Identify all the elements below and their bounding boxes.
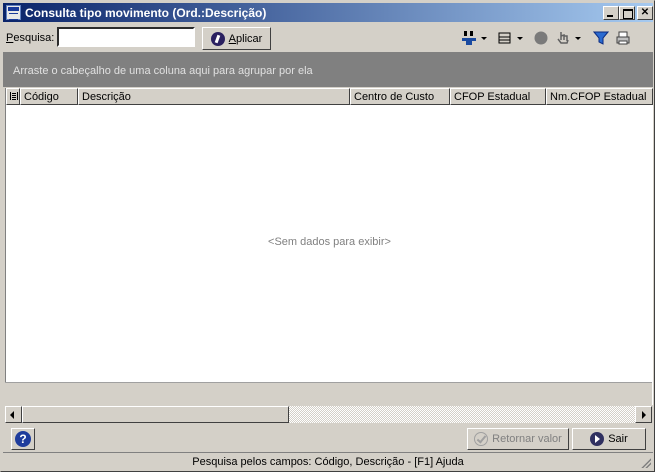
app-window-icon[interactable] — [6, 5, 21, 20]
column-header-codigo[interactable]: Código — [20, 88, 78, 105]
column-header-cfop-estadual[interactable]: CFOP Estadual — [450, 88, 546, 105]
help-icon: ? — [15, 431, 31, 447]
data-grid[interactable]: Código Descrição Centro de Custo CFOP Es… — [5, 88, 653, 405]
apply-button-label: Aplicar — [228, 32, 263, 45]
filter-icon[interactable] — [592, 30, 610, 46]
scroll-right-button[interactable] — [635, 406, 652, 423]
layout-icon[interactable] — [497, 30, 523, 46]
column-header-descricao[interactable]: Descrição — [78, 88, 350, 105]
exit-button[interactable]: Sair — [572, 428, 646, 450]
return-value-button[interactable]: Retornar valor — [467, 428, 569, 450]
columns-select-icon[interactable] — [461, 30, 487, 46]
maximize-icon — [623, 9, 633, 19]
apply-icon — [210, 31, 225, 46]
maximize-button[interactable] — [619, 6, 635, 20]
grid-header: Código Descrição Centro de Custo CFOP Es… — [6, 88, 653, 105]
column-header-nm-cfop-estadual[interactable]: Nm.CFOP Estadual — [546, 88, 653, 105]
search-input[interactable] — [59, 29, 193, 45]
check-icon — [474, 432, 489, 446]
column-chooser-icon — [10, 92, 18, 100]
group-by-panel[interactable]: Arraste o cabeçalho de uma coluna aqui p… — [3, 52, 653, 87]
close-icon: ✕ — [640, 7, 650, 18]
status-text: Pesquisa pelos campos: Código, Descrição… — [192, 456, 464, 468]
apply-button[interactable]: Aplicar — [202, 27, 271, 50]
empty-grid-message: <Sem dados para exibir> — [268, 236, 391, 248]
column-chooser-button[interactable] — [6, 88, 20, 105]
column-header-centro-custo[interactable]: Centro de Custo — [350, 88, 450, 105]
return-value-label: Retornar valor — [492, 433, 562, 445]
search-input-frame[interactable] — [57, 27, 195, 47]
status-bar: Pesquisa pelos campos: Código, Descrição… — [3, 452, 653, 470]
search-bar: Pesquisa: Aplicar — [3, 24, 653, 50]
search-label: Pesquisa: — [6, 32, 55, 44]
exit-icon — [590, 432, 605, 446]
window-title: Consulta tipo movimento (Ord.:Descrição) — [25, 6, 267, 20]
horizontal-scrollbar[interactable] — [5, 406, 652, 423]
main-window: Consulta tipo movimento (Ord.:Descrição)… — [0, 0, 655, 472]
group-by-hint: Arraste o cabeçalho de uma coluna aqui p… — [13, 65, 313, 77]
help-button[interactable]: ? — [11, 428, 35, 450]
resize-grip-icon[interactable] — [641, 458, 651, 468]
grid-footer — [5, 382, 652, 406]
minimize-icon — [607, 15, 613, 17]
hand-icon[interactable] — [555, 30, 581, 46]
record-icon[interactable] — [533, 30, 549, 46]
scroll-left-button[interactable] — [5, 406, 22, 423]
scroll-thumb[interactable] — [22, 406, 289, 423]
minimize-button[interactable] — [603, 6, 619, 20]
exit-label: Sair — [608, 433, 628, 445]
close-button[interactable]: ✕ — [637, 6, 653, 20]
print-icon[interactable] — [615, 30, 631, 46]
title-bar[interactable]: Consulta tipo movimento (Ord.:Descrição)… — [3, 3, 653, 22]
